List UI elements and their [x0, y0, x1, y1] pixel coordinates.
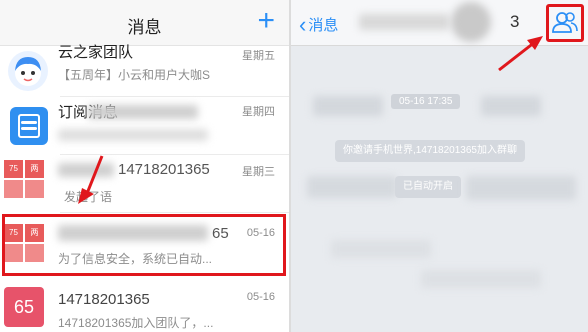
- group-members-icon: [552, 12, 578, 33]
- conversation-preview: 14718201365加入团队了，...: [58, 316, 214, 330]
- note-icon: [10, 107, 48, 145]
- conversation-time: 星期四: [242, 106, 275, 118]
- page-title: 消息: [127, 18, 162, 37]
- chevron-left-icon: ‹: [299, 12, 307, 37]
- back-button[interactable]: ‹ 消息: [299, 12, 338, 37]
- system-message: 你邀请手机世界,14718201365加入群聊: [335, 140, 525, 162]
- list-item-group-1[interactable]: 75 两 14718201365 发起了语 星期三: [0, 155, 289, 213]
- conversation-time: 星期三: [242, 166, 275, 178]
- list-item-subscription[interactable]: 订阅消息 星期四: [0, 97, 289, 155]
- conversation-preview: 【五周年】小云和用户大咖S: [58, 68, 211, 82]
- conversation-name: 云之家团队: [58, 44, 134, 61]
- conversation-name: 14718201365: [118, 161, 210, 178]
- avatar: 65: [4, 287, 44, 327]
- group-members-button[interactable]: [546, 4, 584, 42]
- list-item-yunzhijia[interactable]: 云之家团队 【五周年】小云和用户大咖S 星期五: [0, 44, 289, 97]
- message-list-header: 消息 +: [0, 0, 289, 46]
- chat-panel: ‹ 消息 3 05-16 17:35 你邀请手机世界,14718201365加入群…: [291, 0, 588, 332]
- conversation-name: 14718201365: [58, 291, 150, 308]
- group-avatar: 75 两: [4, 160, 48, 200]
- red-arrow-icon: [498, 36, 543, 72]
- list-item-65[interactable]: 65 14718201365 14718201365加入团队了，... 05-1…: [0, 277, 289, 332]
- conversation-time: 05-16: [246, 291, 275, 303]
- system-message: 已自动开启: [395, 176, 461, 198]
- chat-title: 3: [510, 12, 520, 31]
- highlight-box: [2, 214, 286, 276]
- red-arrow-icon: [78, 155, 104, 204]
- cloud-mascot-avatar: [8, 51, 48, 91]
- conversation-time: 星期五: [242, 50, 275, 62]
- message-list-panel: 消息 + 云之家团队 【五周年】小云和用户大咖S 星期五 订阅消息 星期四: [0, 0, 289, 332]
- message-timestamp: 05-16 17:35: [391, 94, 461, 109]
- plus-icon[interactable]: +: [257, 6, 275, 36]
